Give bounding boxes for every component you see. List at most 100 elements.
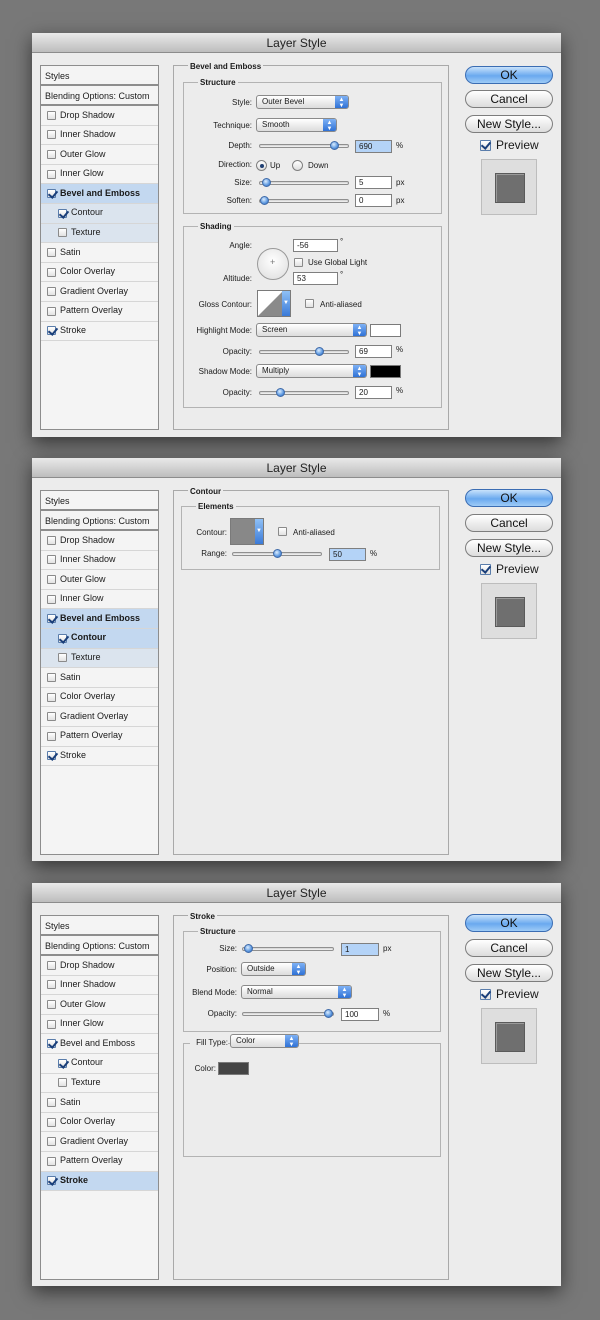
style-item-outer-glow[interactable]: Outer Glow — [41, 145, 158, 165]
checkbox[interactable] — [47, 999, 56, 1009]
technique-select[interactable]: Smooth ▲ ▼ — [256, 118, 337, 132]
slider-knob[interactable] — [324, 1009, 333, 1018]
cancel-button[interactable]: Cancel — [465, 90, 553, 108]
checkbox[interactable] — [47, 672, 56, 682]
slider-knob[interactable] — [244, 944, 253, 953]
style-item-contour[interactable]: Contour — [41, 203, 158, 224]
anti-aliased-checkbox[interactable] — [278, 527, 287, 536]
preview-toggle[interactable]: Preview — [480, 138, 539, 152]
shadow-opacity-slider[interactable] — [259, 388, 349, 397]
slider-knob[interactable] — [262, 178, 271, 187]
style-item-stroke[interactable]: Stroke — [41, 1171, 158, 1192]
checkbox[interactable] — [47, 1156, 56, 1166]
opacity-field[interactable]: 100 — [341, 1008, 379, 1021]
style-item-pattern-overlay[interactable]: Pattern Overlay — [41, 727, 158, 747]
angle-field[interactable]: -56 — [293, 239, 338, 252]
checkbox[interactable] — [47, 1137, 56, 1147]
contour-picker[interactable]: ▼ — [230, 518, 264, 545]
slider-knob[interactable] — [273, 549, 282, 558]
style-item-inner-glow[interactable]: Inner Glow — [41, 165, 158, 185]
slider-knob[interactable] — [330, 141, 339, 150]
checkbox[interactable] — [47, 535, 56, 545]
opacity-slider[interactable] — [242, 1009, 334, 1018]
depth-field[interactable]: 690 — [355, 140, 392, 153]
slider-knob[interactable] — [276, 388, 285, 397]
size-slider[interactable] — [242, 944, 334, 953]
style-item-bevel-and-emboss[interactable]: Bevel and Emboss — [41, 184, 158, 204]
style-item-satin[interactable]: Satin — [41, 1093, 158, 1113]
checkbox[interactable] — [47, 1097, 56, 1107]
style-item-inner-shadow[interactable]: Inner Shadow — [41, 551, 158, 571]
style-item-satin[interactable]: Satin — [41, 668, 158, 688]
style-item-drop-shadow[interactable]: Drop Shadow — [41, 956, 158, 976]
checkbox[interactable] — [47, 287, 56, 297]
blending-options-item[interactable]: Blending Options: Custom — [41, 511, 158, 531]
new-style-button[interactable]: New Style... — [465, 115, 553, 133]
position-select[interactable]: Outside ▲ ▼ — [241, 962, 306, 976]
style-item-inner-glow[interactable]: Inner Glow — [41, 590, 158, 610]
anti-aliased-checkbox[interactable] — [305, 299, 314, 308]
fill-color-swatch[interactable] — [218, 1062, 249, 1075]
style-item-pattern-overlay[interactable]: Pattern Overlay — [41, 302, 158, 322]
gloss-contour-picker[interactable]: ▼ — [257, 290, 291, 317]
highlight-opacity-field[interactable]: 69 — [355, 345, 392, 358]
highlight-color-swatch[interactable] — [370, 324, 401, 337]
new-style-button[interactable]: New Style... — [465, 964, 553, 982]
checkbox-checked[interactable] — [47, 1176, 56, 1186]
checkbox[interactable] — [47, 130, 56, 140]
soften-field[interactable]: 0 — [355, 194, 392, 207]
style-item-outer-glow[interactable]: Outer Glow — [41, 995, 158, 1015]
checkbox[interactable] — [47, 110, 56, 120]
checkbox[interactable] — [47, 980, 56, 990]
checkbox-checked[interactable] — [58, 633, 67, 643]
direction-down-radio[interactable] — [292, 160, 303, 171]
cancel-button[interactable]: Cancel — [465, 514, 553, 532]
checkbox-checked[interactable] — [58, 1058, 67, 1068]
style-item-outer-glow[interactable]: Outer Glow — [41, 570, 158, 590]
checkbox[interactable] — [47, 149, 56, 159]
checkbox[interactable] — [47, 169, 56, 179]
checkbox[interactable] — [47, 306, 56, 316]
new-style-button[interactable]: New Style... — [465, 539, 553, 557]
style-item-inner-glow[interactable]: Inner Glow — [41, 1015, 158, 1035]
preview-checkbox[interactable] — [480, 139, 491, 151]
style-item-pattern-overlay[interactable]: Pattern Overlay — [41, 1152, 158, 1172]
style-item-texture[interactable]: Texture — [41, 648, 158, 669]
preview-toggle[interactable]: Preview — [480, 987, 539, 1001]
checkbox-checked[interactable] — [58, 208, 67, 218]
blending-options-item[interactable]: Blending Options: Custom — [41, 86, 158, 106]
checkbox[interactable] — [58, 228, 67, 238]
style-item-stroke[interactable]: Stroke — [41, 747, 158, 767]
use-global-light-checkbox[interactable] — [294, 258, 303, 267]
style-item-color-overlay[interactable]: Color Overlay — [41, 688, 158, 708]
style-item-contour[interactable]: Contour — [41, 1054, 158, 1074]
style-item-texture[interactable]: Texture — [41, 1074, 158, 1094]
checkbox-checked[interactable] — [47, 1039, 56, 1049]
styles-header[interactable]: Styles — [41, 916, 158, 936]
fill-type-select[interactable]: Color ▲ ▼ — [230, 1034, 299, 1048]
ok-button[interactable]: OK — [465, 914, 553, 932]
checkbox[interactable] — [47, 692, 56, 702]
shadow-mode-select[interactable]: Multiply ▲ ▼ — [256, 364, 367, 378]
style-item-contour[interactable]: Contour — [41, 628, 158, 649]
checkbox-checked[interactable] — [47, 326, 56, 336]
checkbox[interactable] — [47, 267, 56, 277]
style-item-drop-shadow[interactable]: Drop Shadow — [41, 106, 158, 126]
soften-slider[interactable] — [259, 196, 349, 205]
style-item-color-overlay[interactable]: Color Overlay — [41, 263, 158, 283]
checkbox[interactable] — [47, 712, 56, 722]
style-item-gradient-overlay[interactable]: Gradient Overlay — [41, 1132, 158, 1152]
blend-mode-select[interactable]: Normal ▲ ▼ — [241, 985, 352, 999]
style-item-bevel-and-emboss[interactable]: Bevel and Emboss — [41, 1034, 158, 1054]
shadow-color-swatch[interactable] — [370, 365, 401, 378]
size-slider[interactable] — [259, 178, 349, 187]
checkbox-checked[interactable] — [47, 751, 56, 761]
checkbox[interactable] — [47, 247, 56, 257]
checkbox[interactable] — [58, 1078, 67, 1088]
checkbox-checked[interactable] — [47, 614, 56, 624]
styles-header[interactable]: Styles — [41, 66, 158, 86]
range-slider[interactable] — [232, 549, 322, 558]
checkbox[interactable] — [47, 731, 56, 741]
styles-header[interactable]: Styles — [41, 491, 158, 511]
style-item-color-overlay[interactable]: Color Overlay — [41, 1113, 158, 1133]
